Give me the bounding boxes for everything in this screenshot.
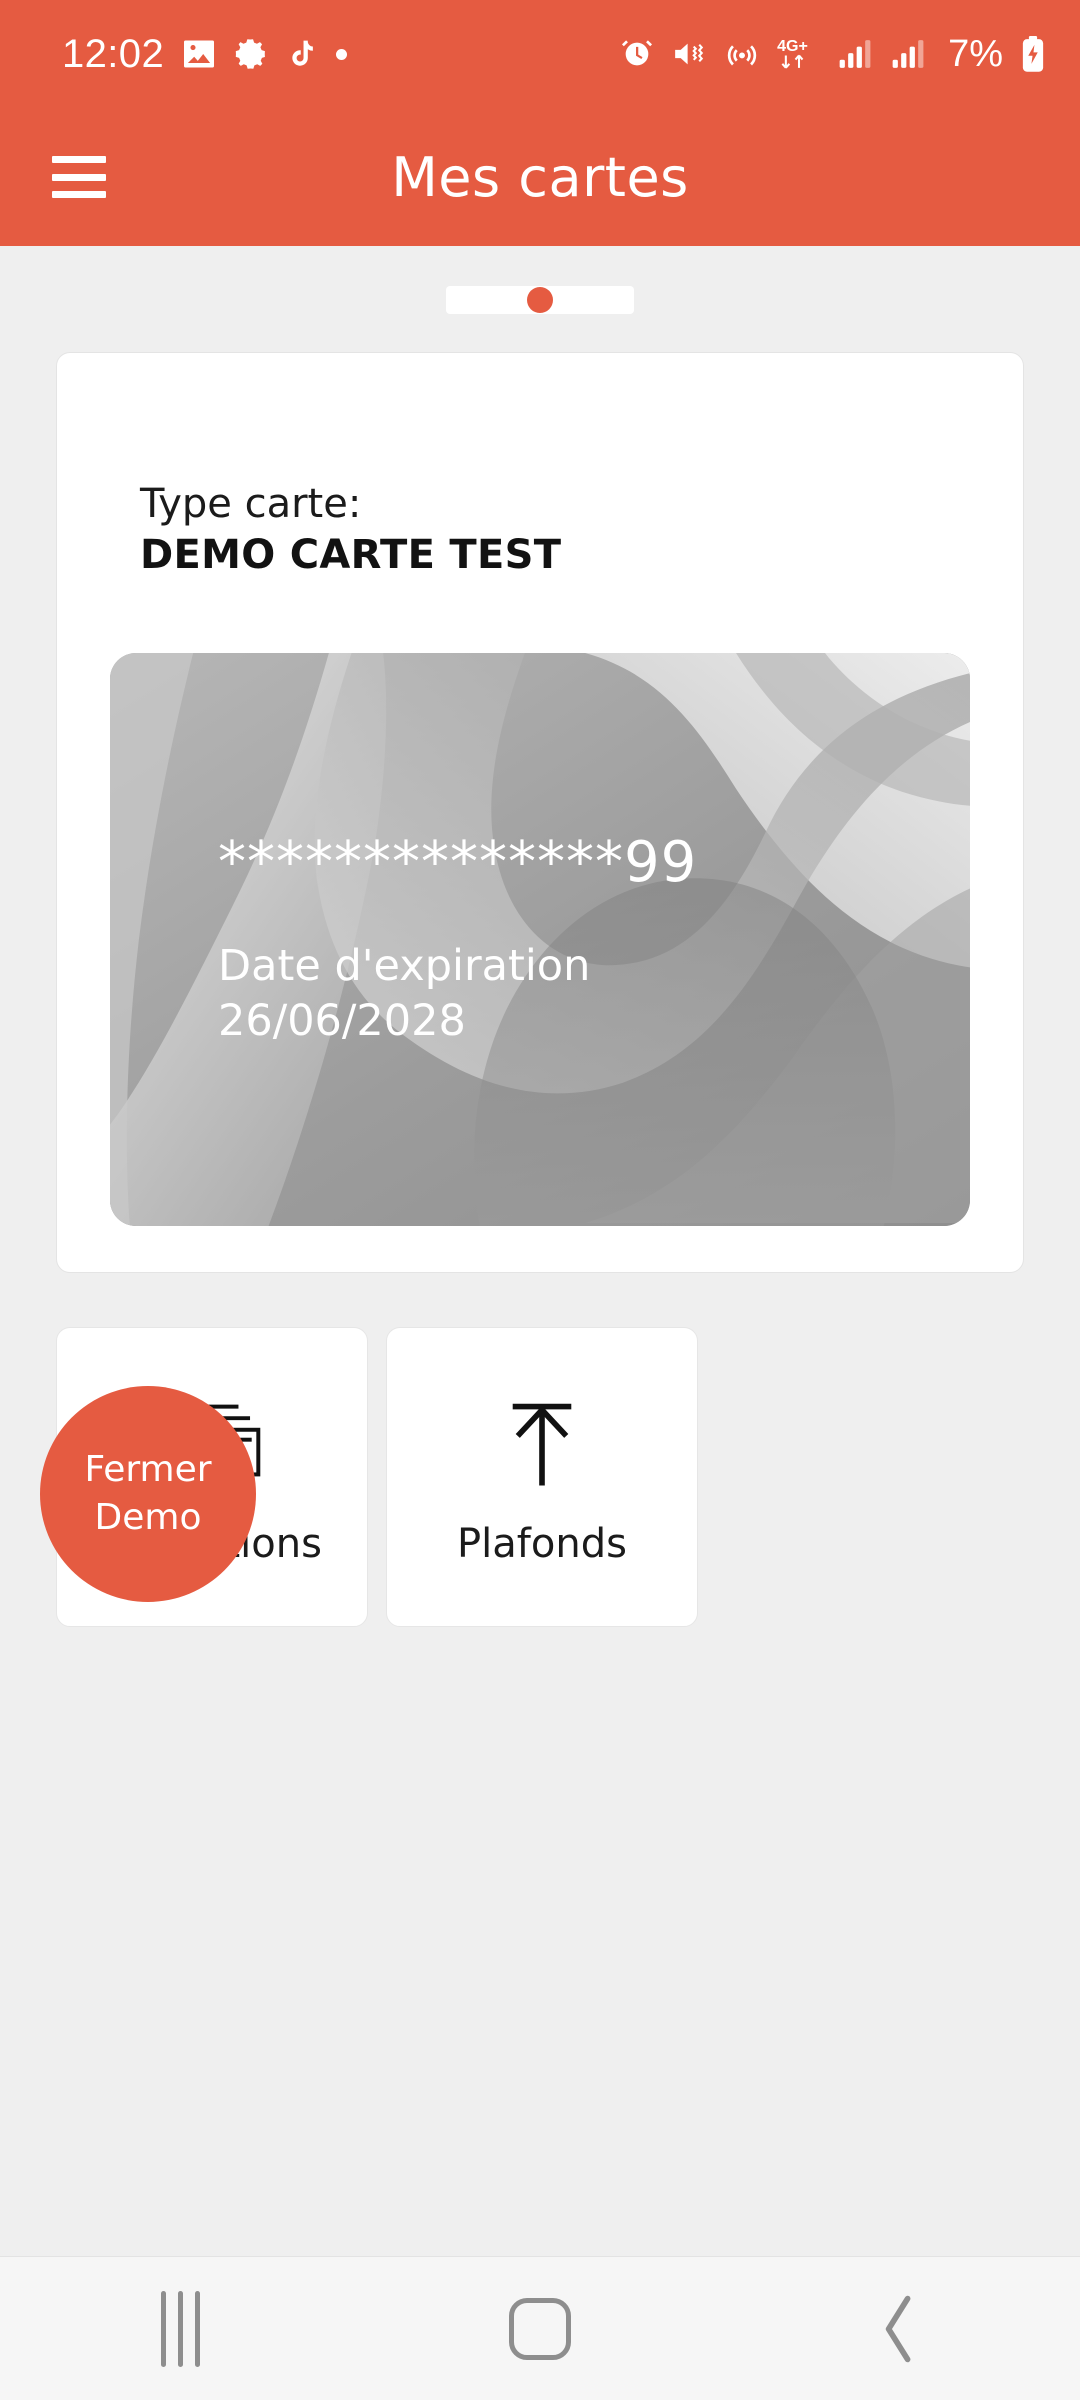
card-expiry-value: 26/06/2028: [218, 996, 466, 1046]
main-content: Type carte: DEMO CARTE TEST ************…: [0, 246, 1080, 2256]
signal-bars-icon: [892, 40, 924, 68]
bank-card-visual[interactable]: **************99 Date d'expiration 26/06…: [110, 653, 970, 1226]
back-chevron-icon: [885, 2295, 911, 2362]
svg-text:4G+: 4G+: [777, 37, 808, 55]
battery-charging-icon: [1022, 35, 1044, 72]
mute-vibrate-icon: [675, 43, 704, 65]
card-details-overlay: **************99 Date d'expiration 26/06…: [110, 653, 970, 1226]
close-demo-fab-label: Fermer Demo: [84, 1449, 212, 1538]
pagination-dot-active[interactable]: [527, 287, 553, 313]
card-type-value: DEMO CARTE TEST: [140, 532, 562, 578]
home-icon: [509, 2297, 571, 2360]
card-panel: Type carte: DEMO CARTE TEST ************…: [56, 352, 1024, 1273]
app-bar: Mes cartes: [0, 108, 1080, 246]
page-title: Mes cartes: [391, 145, 689, 209]
settings-gear-icon: [235, 39, 266, 69]
card-type-block: Type carte: DEMO CARTE TEST: [57, 353, 1023, 581]
carousel-pagination: [0, 246, 1080, 314]
action-tile-label: Plafonds: [457, 1521, 627, 1567]
nav-recents-button[interactable]: [80, 2279, 280, 2379]
alarm-clock-icon: [622, 40, 653, 66]
recent-apps-icon: [160, 2290, 200, 2367]
close-demo-fab[interactable]: Fermer Demo: [40, 1386, 256, 1602]
dot-icon: [336, 48, 348, 60]
signal-bars-icon: [839, 40, 871, 68]
hamburger-menu-icon[interactable]: [52, 156, 106, 198]
card-expiry-label: Date d'expiration: [218, 940, 591, 991]
network-4gplus-icon: 4G+: [777, 37, 808, 69]
gallery-icon: [184, 40, 215, 68]
hotspot-icon: [727, 45, 757, 66]
status-bar-clock: 12:02: [62, 31, 165, 76]
nav-home-button[interactable]: [440, 2279, 640, 2379]
status-bar: 12:02 4G+ 7%: [0, 0, 1080, 108]
tiktok-note-icon: [292, 40, 313, 66]
android-nav-bar: [0, 2256, 1080, 2400]
card-type-label: Type carte:: [140, 481, 362, 527]
battery-percent-label: 7%: [948, 32, 1003, 75]
arrow-up-ceiling-icon: [500, 1387, 584, 1499]
phone-screen: 12:02 4G+ 7% Mes cartes Type carte: DEMO…: [0, 0, 1080, 2400]
pagination-track[interactable]: [446, 286, 634, 314]
status-bar-left: 12:02: [62, 31, 348, 77]
nav-back-button[interactable]: [800, 2279, 1000, 2379]
action-tile-plafonds[interactable]: Plafonds: [386, 1327, 698, 1627]
card-number-masked: **************99: [218, 829, 698, 895]
status-bar-right: 4G+ 7%: [620, 33, 1046, 76]
